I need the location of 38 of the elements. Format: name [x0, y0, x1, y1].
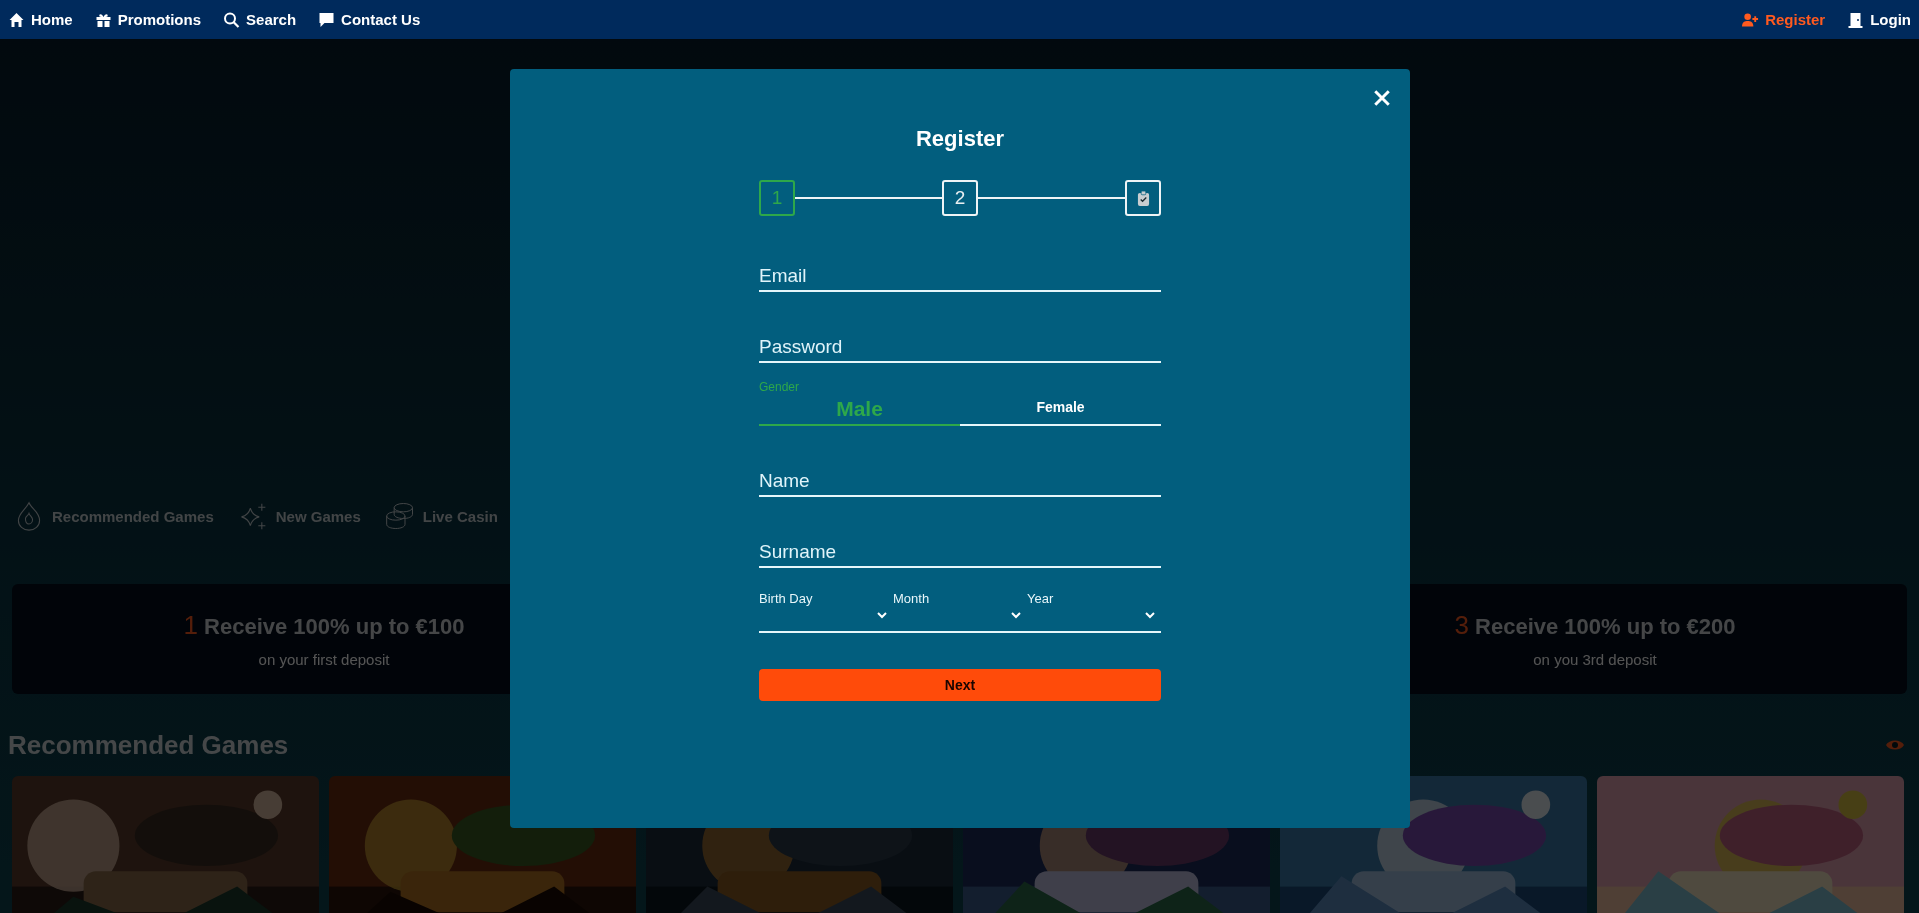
- user-plus-icon: [1742, 11, 1760, 28]
- nav-link[interactable]: Promotions: [94, 11, 202, 28]
- promo-title: 1 Receive 100% up to €100: [183, 610, 465, 641]
- gift-icon: [94, 11, 112, 28]
- nav-link[interactable]: Login: [1847, 11, 1911, 28]
- door-icon: [1847, 11, 1865, 28]
- promo-title: 3 Receive 100% up to €200: [1454, 610, 1736, 641]
- text-field[interactable]: Password: [759, 323, 1161, 363]
- field-label: Gender: [759, 380, 800, 394]
- text-field[interactable]: Name: [759, 457, 1161, 497]
- date-select[interactable]: Birth Day: [759, 585, 893, 631]
- close-icon: [1373, 89, 1391, 107]
- gender-option[interactable]: Female: [960, 394, 1161, 426]
- close-button[interactable]: [1372, 88, 1392, 108]
- step-indicator: 1: [759, 180, 795, 216]
- section-title: Recommended Games: [8, 729, 289, 761]
- text-field[interactable]: Surname: [759, 528, 1161, 568]
- nav-link[interactable]: Home: [8, 11, 73, 28]
- chevron-down-icon: [1145, 612, 1155, 619]
- step-indicator: 2: [942, 180, 978, 216]
- chevron-down-icon: [877, 612, 887, 619]
- chat-icon: [318, 11, 336, 28]
- nav-link[interactable]: Register: [1742, 11, 1826, 28]
- dialog-title: Register: [914, 126, 1005, 152]
- home-icon: [8, 11, 25, 28]
- date-select[interactable]: Month: [893, 585, 1027, 631]
- eye-icon[interactable]: [1885, 738, 1905, 752]
- coins-icon: [384, 501, 415, 531]
- nav-link[interactable]: Contact Us: [318, 11, 421, 28]
- chevron-down-icon: [1011, 612, 1021, 619]
- promo-subtitle: on your first deposit: [258, 651, 390, 668]
- search-icon: [223, 11, 241, 28]
- date-select[interactable]: Year: [1027, 585, 1161, 631]
- clipboard-check-icon: [1136, 190, 1150, 206]
- nav-link[interactable]: Search: [223, 11, 297, 28]
- promo-subtitle: on you 3rd deposit: [1533, 651, 1657, 668]
- next-button[interactable]: Next: [759, 669, 1161, 701]
- text-field[interactable]: Email: [759, 252, 1161, 292]
